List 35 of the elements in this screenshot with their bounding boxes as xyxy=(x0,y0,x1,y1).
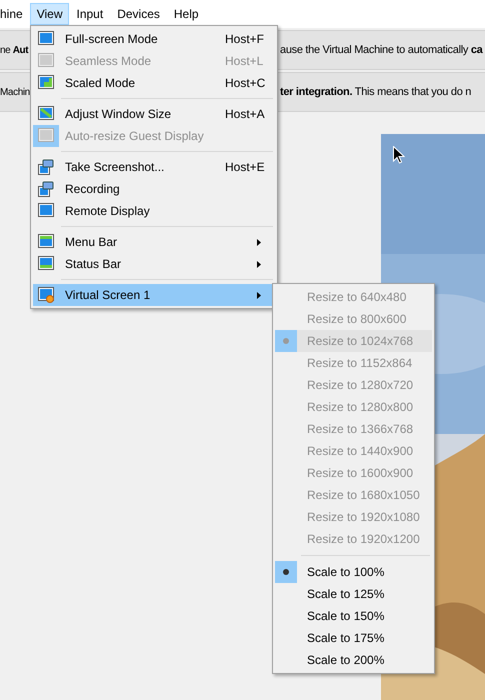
menu-item[interactable]: Scale to 200% xyxy=(275,649,432,671)
cursor-icon xyxy=(393,146,405,164)
menu-item[interactable]: Status Bar xyxy=(33,253,275,275)
submenu-arrow-icon xyxy=(257,292,261,298)
menu-item[interactable]: Scale to 175% xyxy=(275,627,432,649)
notice-text: ause the Virtual Machine to automatically ca xyxy=(280,42,482,58)
menu-item[interactable]: Scaled Mode Host+C xyxy=(33,72,275,94)
menu-item[interactable]: Full-screen Mode Host+F xyxy=(33,28,275,50)
menu-item[interactable]: Scale to 100% xyxy=(275,561,432,583)
notice-text: ter integration. This means that you do n xyxy=(280,84,472,100)
monitor-icon xyxy=(38,53,54,69)
menu-item[interactable]: Scale to 150% xyxy=(275,605,432,627)
submenu-arrow-icon xyxy=(257,238,261,246)
menu-item[interactable]: Menu Bar xyxy=(33,231,275,253)
resize-icon xyxy=(38,106,54,122)
top-menu-title[interactable]: Devices xyxy=(110,3,167,25)
menu-item[interactable]: Recording xyxy=(33,178,275,200)
status-bar-icon xyxy=(38,256,54,272)
menu-item[interactable]: Virtual Screen 1 xyxy=(33,284,275,306)
menu-item[interactable]: Remote Display xyxy=(33,200,275,222)
top-menu-title[interactable]: Help xyxy=(166,3,206,25)
monitor-icon xyxy=(38,203,54,219)
notice-text: ne Aut xyxy=(0,44,30,58)
top-menu-title[interactable]: hine xyxy=(0,3,30,25)
menu-item[interactable]: Adjust Window Size Host+A xyxy=(33,103,275,125)
menu-item[interactable]: Scale to 125% xyxy=(275,583,432,605)
notice-text: Machin xyxy=(0,86,30,100)
top-menu-title[interactable]: View xyxy=(30,3,70,25)
submenu-arrow-icon xyxy=(257,260,261,268)
monitor-icon xyxy=(38,31,54,47)
top-menu-title[interactable]: Input xyxy=(69,3,110,25)
menu-bar-icon xyxy=(38,234,54,250)
menu-item[interactable]: Take Screenshot... Host+E xyxy=(33,156,275,178)
monitor-icon xyxy=(38,75,54,91)
monitor-icon xyxy=(38,128,54,144)
